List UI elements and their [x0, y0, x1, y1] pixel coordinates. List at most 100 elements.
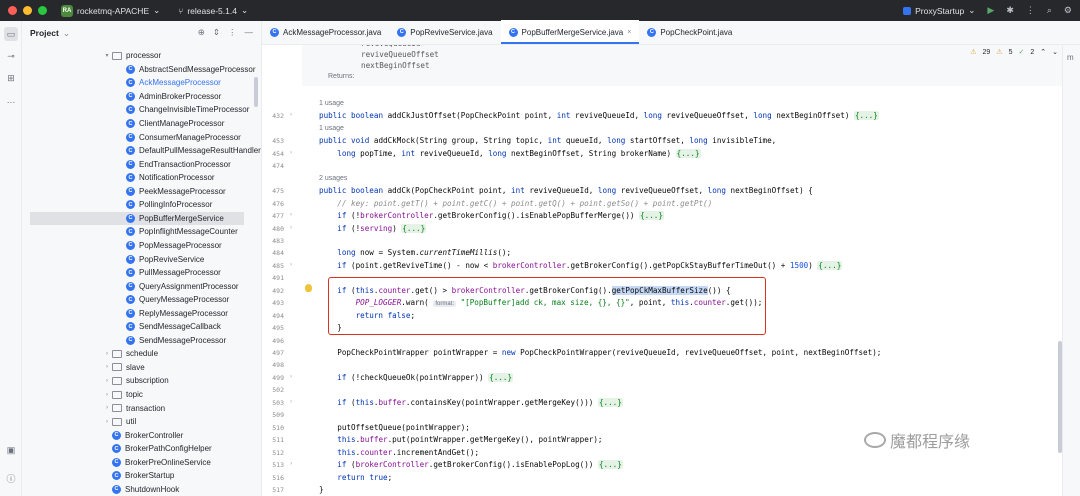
terminal-tool-icon[interactable]: ▣	[4, 443, 18, 457]
code-line[interactable]: if (!checkQueueOk(pointWrapper)) {...}	[319, 372, 514, 382]
tree-class[interactable]: C AbstractSendMessageProcessor	[22, 63, 261, 77]
tree-class[interactable]: C PopMessageProcessor	[22, 239, 261, 253]
chevron-right-icon[interactable]: ›	[102, 351, 112, 357]
run-icon[interactable]: ▶	[987, 5, 994, 16]
fold-chevron-icon[interactable]: ›	[290, 261, 292, 268]
tree-class[interactable]: C PopReviveService	[22, 252, 261, 266]
tree-class[interactable]: C PollingInfoProcessor	[22, 198, 261, 212]
tree-class[interactable]: C SendMessageCallback	[22, 320, 261, 334]
code-line[interactable]: if (this.buffer.containsKey(pointWrapper…	[319, 397, 623, 407]
code-line[interactable]: long popTime, int reviveQueueId, long ne…	[319, 148, 701, 158]
tree-class[interactable]: C QueryAssignmentProcessor	[22, 279, 261, 293]
code-line[interactable]: PopCheckPointWrapper pointWrapper = new …	[319, 348, 881, 357]
tree-class[interactable]: C BrokerController	[22, 428, 261, 442]
tree-class[interactable]: C NotificationProcessor	[22, 171, 261, 185]
chevron-right-icon[interactable]: ›	[102, 419, 112, 425]
tree-class[interactable]: C PopBufferMergeService	[30, 211, 244, 226]
settings-icon[interactable]: ⚙	[1064, 5, 1072, 16]
commit-tool-icon[interactable]: ⊸	[4, 49, 18, 63]
tree-class[interactable]: C ConsumerManageProcessor	[22, 130, 261, 144]
code-line[interactable]: }	[319, 323, 342, 332]
more-actions-icon[interactable]: ⋮	[1026, 5, 1035, 16]
tree-class[interactable]: C PullMessageProcessor	[22, 266, 261, 280]
tree-folder[interactable]: › transaction	[22, 401, 261, 415]
close-window-button[interactable]	[8, 6, 17, 15]
code-line[interactable]: this.buffer.put(pointWrapper.getMergeKey…	[319, 435, 602, 444]
usage-hint[interactable]: 2 usages	[319, 175, 347, 182]
tree-class[interactable]: C QueryMessageProcessor	[22, 293, 261, 307]
tree-class[interactable]: C ReplyMessageProcessor	[22, 306, 261, 320]
project-tool-icon[interactable]: ▭	[4, 27, 18, 41]
tree-folder[interactable]: › subscription	[22, 374, 261, 388]
run-configuration-selector[interactable]: ProxyStartup ⌄	[903, 5, 975, 16]
structure-tool-icon[interactable]: ⊞	[4, 71, 18, 85]
tree-class[interactable]: C AdminBrokerProcessor	[22, 90, 261, 104]
project-switcher[interactable]: RA rocketmq-APACHE ⌄	[61, 4, 160, 17]
minimize-window-button[interactable]	[23, 6, 32, 15]
editor-tab[interactable]: C AckMessageProcessor.java	[262, 20, 389, 44]
fold-chevron-icon[interactable]: ›	[290, 211, 292, 218]
chevron-down-icon[interactable]: ⌄	[1052, 48, 1058, 56]
tree-class[interactable]: C BrokerStartup	[22, 469, 261, 483]
editor-tab[interactable]: C PopBufferMergeService.java ×	[500, 20, 640, 44]
code-line[interactable]: public boolean addCkJustOffset(PopCheckP…	[319, 111, 879, 121]
code-line[interactable]: if (this.counter.get() > brokerControlle…	[319, 285, 731, 295]
chevron-down-icon[interactable]: ▾	[102, 52, 112, 59]
fold-chevron-icon[interactable]: ›	[290, 149, 292, 156]
code-line[interactable]: return true;	[319, 473, 392, 482]
code-line[interactable]: if (point.getReviveTime() - now < broker…	[319, 260, 843, 270]
code-line[interactable]: putOffsetQueue(pointWrapper);	[319, 423, 470, 432]
fold-chevron-icon[interactable]: ›	[290, 111, 292, 118]
code-line[interactable]: POP_LOGGER.warn( format: "[PopBuffer]add…	[319, 298, 762, 308]
hide-panel-icon[interactable]: —	[245, 27, 254, 38]
code-line[interactable]: if (brokerController.getBrokerConfig().i…	[319, 460, 623, 470]
tree-class[interactable]: C PopInflightMessageCounter	[22, 225, 261, 239]
chevron-right-icon[interactable]: ›	[102, 364, 112, 370]
locate-icon[interactable]: ⊕	[198, 27, 205, 38]
problems-tool-icon[interactable]: ⓘ	[4, 471, 18, 485]
tree-class[interactable]: C EndTransactionProcessor	[22, 157, 261, 171]
code-line[interactable]: }	[319, 485, 324, 494]
code-line[interactable]: if (!serving) {...}	[319, 223, 427, 233]
fold-chevron-icon[interactable]: ›	[290, 398, 292, 405]
chevron-right-icon[interactable]: ›	[102, 378, 112, 384]
tree-folder[interactable]: ▾ processor	[22, 49, 261, 63]
code-line[interactable]: // key: point.getT() + point.getC() + po…	[319, 199, 712, 208]
zoom-window-button[interactable]	[38, 6, 47, 15]
expand-all-icon[interactable]: ⇕	[213, 27, 220, 38]
close-tab-icon[interactable]: ×	[627, 29, 631, 36]
tree-class[interactable]: C ShutdownHook	[22, 483, 261, 496]
project-scrollbar[interactable]	[254, 77, 258, 107]
tree-class[interactable]: C SendMessageProcessor	[22, 334, 261, 348]
chevron-up-icon[interactable]: ⌃	[1040, 48, 1046, 56]
editor-tab[interactable]: C PopCheckPoint.java	[639, 20, 740, 44]
tree-class[interactable]: C DefaultPullMessageResultHandler	[22, 144, 261, 158]
tree-folder[interactable]: › util	[22, 415, 261, 429]
fold-chevron-icon[interactable]: ›	[290, 460, 292, 467]
tree-folder[interactable]: › slave	[22, 361, 261, 375]
fold-chevron-icon[interactable]: ›	[290, 224, 292, 231]
code-line[interactable]: public void addCkMock(String group, Stri…	[319, 136, 776, 145]
tree-folder[interactable]: › schedule	[22, 347, 261, 361]
lightbulb-icon[interactable]	[305, 284, 312, 292]
tree-folder[interactable]: › topic	[22, 388, 261, 402]
code-line[interactable]: public boolean addCk(PopCheckPoint point…	[319, 186, 813, 195]
code-line[interactable]: return false;	[319, 311, 415, 320]
usage-hint[interactable]: 1 usage	[319, 100, 344, 107]
tree-class[interactable]: C BrokerPreOnlineService	[22, 456, 261, 470]
maven-icon[interactable]: m	[1067, 53, 1074, 62]
debug-icon[interactable]: ✱	[1006, 5, 1014, 16]
code-line[interactable]: long now = System.currentTimeMillis();	[319, 248, 511, 257]
more-tools-icon[interactable]: …	[4, 93, 18, 107]
fold-chevron-icon[interactable]: ›	[290, 373, 292, 380]
chevron-right-icon[interactable]: ›	[102, 392, 112, 398]
search-icon[interactable]: ⌕	[1047, 5, 1052, 16]
tree-class[interactable]: C AckMessageProcessor	[22, 76, 261, 90]
tree-class[interactable]: C ChangeInvisibleTimeProcessor	[22, 103, 261, 117]
options-icon[interactable]: ⋮	[228, 27, 237, 38]
usage-hint[interactable]: 1 usage	[319, 125, 344, 132]
inspection-widget[interactable]: ⚠ 29 ⚠ 5 ✓ 2 ⌃ ⌄	[970, 48, 1058, 57]
code-line[interactable]: if (!brokerController.getBrokerConfig().…	[319, 211, 664, 221]
editor-tab[interactable]: C PopReviveService.java	[389, 20, 500, 44]
tree-class[interactable]: C BrokerPathConfigHelper	[22, 442, 261, 456]
